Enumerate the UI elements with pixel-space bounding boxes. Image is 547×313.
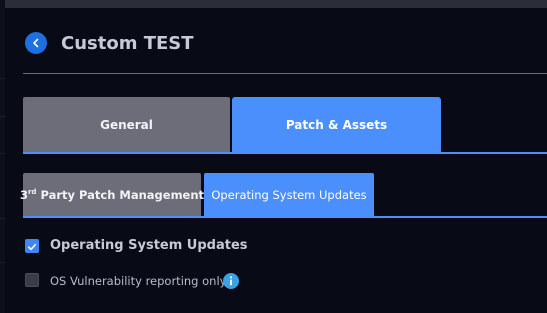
tab-patch-assets-label: Patch & Assets <box>285 117 388 132</box>
tab-general-label: General <box>100 117 153 132</box>
os-vulnerability-label: OS Vulnerability reporting only <box>50 274 227 288</box>
tabs-underline <box>23 152 547 154</box>
info-icon[interactable] <box>223 273 239 289</box>
back-button[interactable] <box>25 32 47 54</box>
subtabs-underline <box>23 216 547 218</box>
subtab-third-party-label: 3rd Party Patch Management <box>19 187 205 202</box>
os-updates-checkbox[interactable] <box>25 239 39 253</box>
os-vulnerability-checkbox[interactable] <box>25 273 39 287</box>
os-updates-label: Operating System Updates <box>50 238 248 253</box>
chevron-left-icon <box>31 38 41 48</box>
subtab-operating-system-updates[interactable]: Operating System Updates <box>204 173 374 216</box>
checkmark-icon <box>27 237 37 256</box>
top-bar <box>5 0 547 8</box>
tab-general[interactable]: General <box>23 97 230 152</box>
tab-patch-assets[interactable]: Patch & Assets <box>232 97 441 152</box>
subtab-os-updates-label: Operating System Updates <box>211 187 367 202</box>
header-divider <box>23 73 547 74</box>
subtab-third-party-patch-management[interactable]: 3rd Party Patch Management <box>19 173 205 216</box>
page-title: Custom TEST <box>61 33 194 54</box>
